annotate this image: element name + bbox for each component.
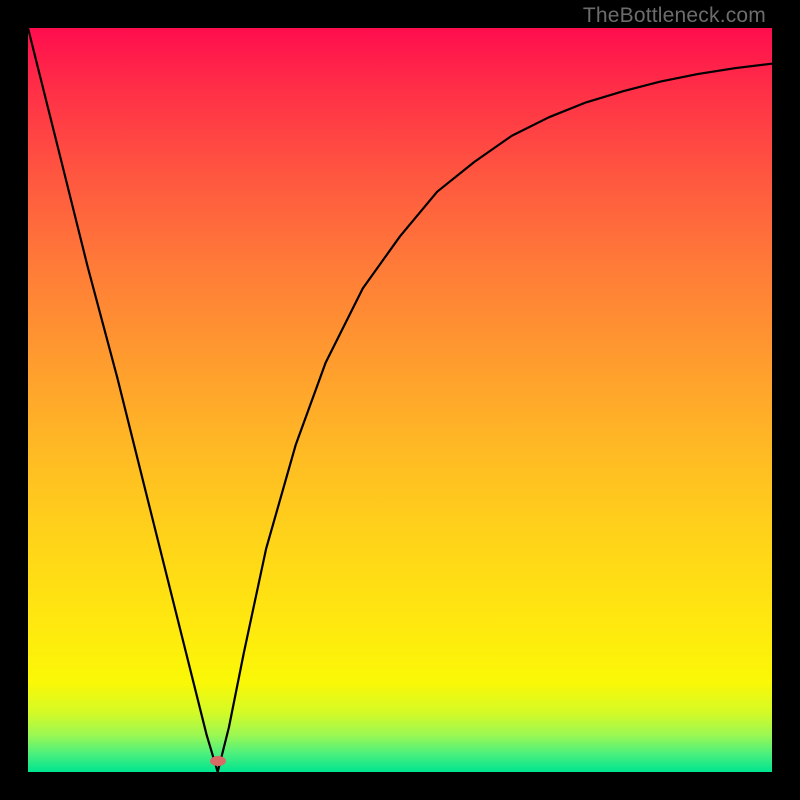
bottleneck-curve	[28, 28, 772, 772]
watermark-text: TheBottleneck.com	[583, 4, 766, 28]
chart-frame: TheBottleneck.com	[0, 0, 800, 800]
optimal-point-marker	[210, 756, 226, 766]
plot-area	[28, 28, 772, 772]
